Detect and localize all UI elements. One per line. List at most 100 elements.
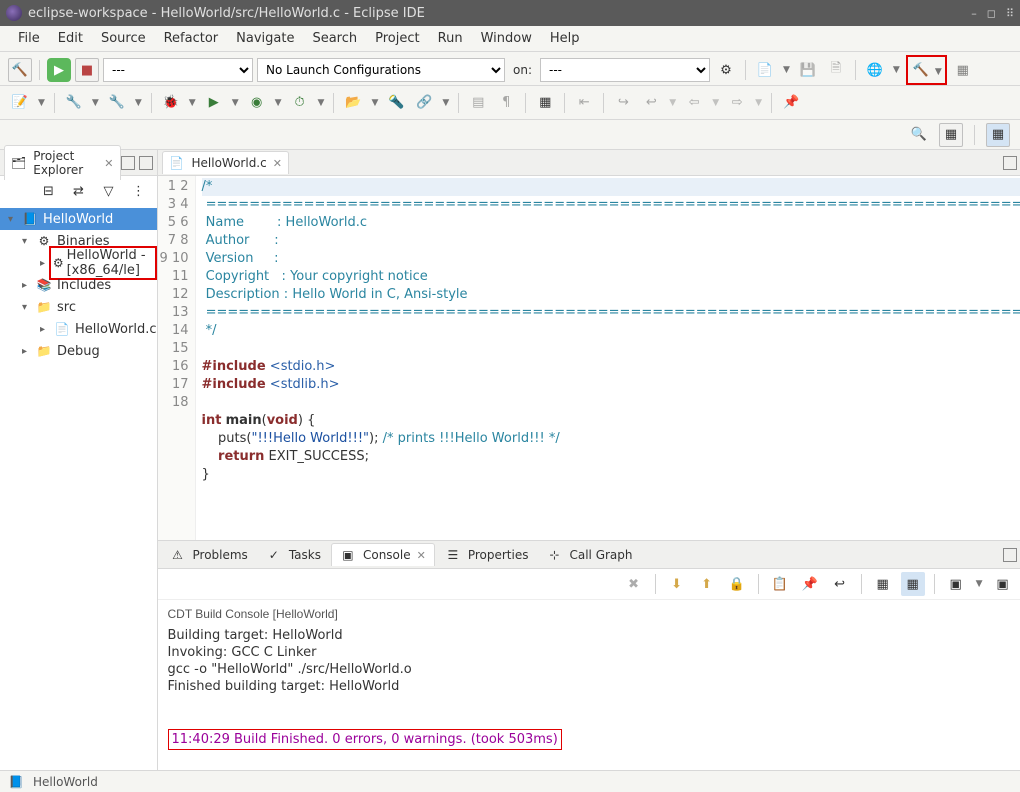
menu-navigate[interactable]: Navigate: [228, 29, 302, 48]
tab-project-explorer[interactable]: 🗂 Project Explorer ✕: [4, 145, 121, 180]
close-icon[interactable]: ✕: [417, 549, 426, 562]
menu-edit[interactable]: Edit: [50, 29, 91, 48]
arrow-up-icon[interactable]: ⬆: [695, 572, 719, 596]
c-file-icon: 📄: [169, 155, 185, 171]
tab-callgraph[interactable]: ⊹Call Graph: [538, 544, 640, 566]
nav-back[interactable]: ⇦: [682, 91, 706, 115]
show-when-out-icon[interactable]: ▦: [871, 572, 895, 596]
problems-icon: ⚠: [170, 547, 186, 563]
properties-icon: ☰: [445, 547, 461, 563]
close-icon[interactable]: ✕: [104, 157, 113, 170]
project-tree: ▾📘 HelloWorld ▾⚙ Binaries ▸ ⚙ HelloWorld…: [0, 206, 157, 364]
menu-bar: File Edit Source Refactor Navigate Searc…: [0, 26, 1020, 52]
tab-properties[interactable]: ☰Properties: [437, 544, 537, 566]
arrow-down-icon[interactable]: ⬇: [665, 572, 689, 596]
window-close[interactable]: ⠿: [1006, 7, 1014, 20]
menu-project[interactable]: Project: [367, 29, 427, 48]
tab-tasks[interactable]: ✓Tasks: [258, 544, 329, 566]
link-button[interactable]: 🔗: [412, 91, 436, 115]
pin-button[interactable]: 📌: [779, 91, 803, 115]
center-panel: 📄 HelloWorld.c ✕ 1 2 3 4 5 6 7 8 9 10 11…: [158, 150, 1020, 770]
launch-mode-combo[interactable]: ---: [103, 58, 253, 82]
quick-search-icon[interactable]: 🔍: [907, 123, 931, 147]
close-icon[interactable]: ✕: [273, 157, 282, 170]
scroll-lock-icon[interactable]: 🔒: [725, 572, 749, 596]
perspective-button[interactable]: 🌐: [863, 58, 887, 82]
console-body[interactable]: CDT Build Console [HelloWorld] Building …: [158, 600, 1020, 770]
perspective-c-cpp[interactable]: ▦: [986, 123, 1010, 147]
open-console-icon[interactable]: ▣: [991, 572, 1015, 596]
link-editor-icon[interactable]: ⇄: [67, 179, 91, 203]
perspective-dropdown[interactable]: ▼: [893, 65, 900, 75]
toolbar-row-2: 📝▼ 🔧▼ 🔧▼ 🐞▼ ▶▼ ◉▼ ⏱▼ 📂▼ 🔦 🔗▼ ▤ ¶ ▦ ⇤ ↪ ↩…: [0, 86, 1020, 120]
menu-window[interactable]: Window: [473, 29, 540, 48]
tab-problems[interactable]: ⚠Problems: [162, 544, 256, 566]
toggle-1[interactable]: ▤: [466, 91, 490, 115]
build-dropdown[interactable]: ▼: [935, 67, 942, 77]
launch-settings-icon[interactable]: ⚙: [714, 58, 738, 82]
save-button[interactable]: 💾: [796, 58, 820, 82]
profile-button[interactable]: ⏱: [288, 91, 312, 115]
build-button[interactable]: 🔨: [8, 58, 32, 82]
menu-source[interactable]: Source: [93, 29, 154, 48]
step-1[interactable]: ⇤: [572, 91, 596, 115]
remove-launch-icon[interactable]: ✖: [622, 572, 646, 596]
perspective-switch-1[interactable]: ▦: [939, 123, 963, 147]
new-cpp-button[interactable]: 📝: [8, 91, 32, 115]
pin-console-icon[interactable]: 📌: [798, 572, 822, 596]
tree-root-item[interactable]: ▾📘 HelloWorld: [0, 208, 157, 230]
minimize-editor[interactable]: [1003, 156, 1017, 170]
nav-1[interactable]: ↪: [611, 91, 635, 115]
minimize-view[interactable]: [121, 156, 135, 170]
show-when-err-icon[interactable]: ▦: [901, 572, 925, 596]
new-button[interactable]: 📄: [753, 58, 777, 82]
maximize-view[interactable]: [139, 156, 153, 170]
minimize-bottom[interactable]: [1003, 548, 1017, 562]
launch-target-combo[interactable]: ---: [540, 58, 710, 82]
save-all-button[interactable]: 🗎: [824, 58, 848, 82]
launch-config-combo[interactable]: No Launch Configurations: [257, 58, 505, 82]
coverage-button[interactable]: ◉: [245, 91, 269, 115]
status-bar: 📘 HelloWorld: [0, 770, 1020, 792]
on-label: on:: [509, 63, 536, 77]
menu-refactor[interactable]: Refactor: [156, 29, 227, 48]
view-menu-icon[interactable]: ⋮: [127, 179, 151, 203]
nav-fwd[interactable]: ⇨: [725, 91, 749, 115]
toggle-word-wrap-icon[interactable]: ↩: [828, 572, 852, 596]
tree-src-file[interactable]: ▸📄 HelloWorld.c: [0, 318, 157, 340]
menu-search[interactable]: Search: [304, 29, 365, 48]
window-maximize[interactable]: ◻: [987, 7, 996, 20]
tab-editor-helloworld[interactable]: 📄 HelloWorld.c ✕: [162, 151, 289, 174]
code-area[interactable]: /* =====================================…: [196, 176, 1020, 540]
filter-icon[interactable]: ▽: [97, 179, 121, 203]
tree-src[interactable]: ▾📁 src: [0, 296, 157, 318]
run-button-2[interactable]: ▶: [202, 91, 226, 115]
toggle-3[interactable]: ▦: [533, 91, 557, 115]
run-button[interactable]: ▶: [47, 58, 71, 82]
folder-icon: 📁: [36, 343, 52, 359]
code-editor[interactable]: 1 2 3 4 5 6 7 8 9 10 11 12 13 14 15 16 1…: [158, 176, 1020, 540]
new-dropdown[interactable]: ▼: [783, 65, 790, 75]
clear-console-icon[interactable]: 📋: [768, 572, 792, 596]
collapse-all-icon[interactable]: ⊟: [37, 179, 61, 203]
search-button[interactable]: 🔦: [384, 91, 408, 115]
debug-tool-2[interactable]: 🔧: [105, 91, 129, 115]
line-gutter: 1 2 3 4 5 6 7 8 9 10 11 12 13 14 15 16 1…: [158, 176, 196, 540]
debug-tool-1[interactable]: 🔧: [62, 91, 86, 115]
tree-binary-item[interactable]: ▸ ⚙ HelloWorld - [x86_64/le]: [0, 252, 157, 274]
tab-console[interactable]: ▣Console✕: [331, 543, 435, 566]
menu-file[interactable]: File: [10, 29, 48, 48]
debug-button[interactable]: 🐞: [159, 91, 183, 115]
binary-icon[interactable]: ▦: [951, 58, 975, 82]
display-selected-console-icon[interactable]: ▣: [944, 572, 968, 596]
stop-button[interactable]: ■: [75, 58, 99, 82]
menu-run[interactable]: Run: [430, 29, 471, 48]
open-button[interactable]: 📂: [341, 91, 365, 115]
binary-item-label: HelloWorld - [x86_64/le]: [67, 248, 153, 278]
toggle-2[interactable]: ¶: [494, 91, 518, 115]
build-all-button[interactable]: 🔨: [909, 58, 933, 82]
tree-debug[interactable]: ▸📁 Debug: [0, 340, 157, 362]
window-minimize[interactable]: –: [971, 7, 977, 20]
nav-2[interactable]: ↩: [639, 91, 663, 115]
menu-help[interactable]: Help: [542, 29, 588, 48]
